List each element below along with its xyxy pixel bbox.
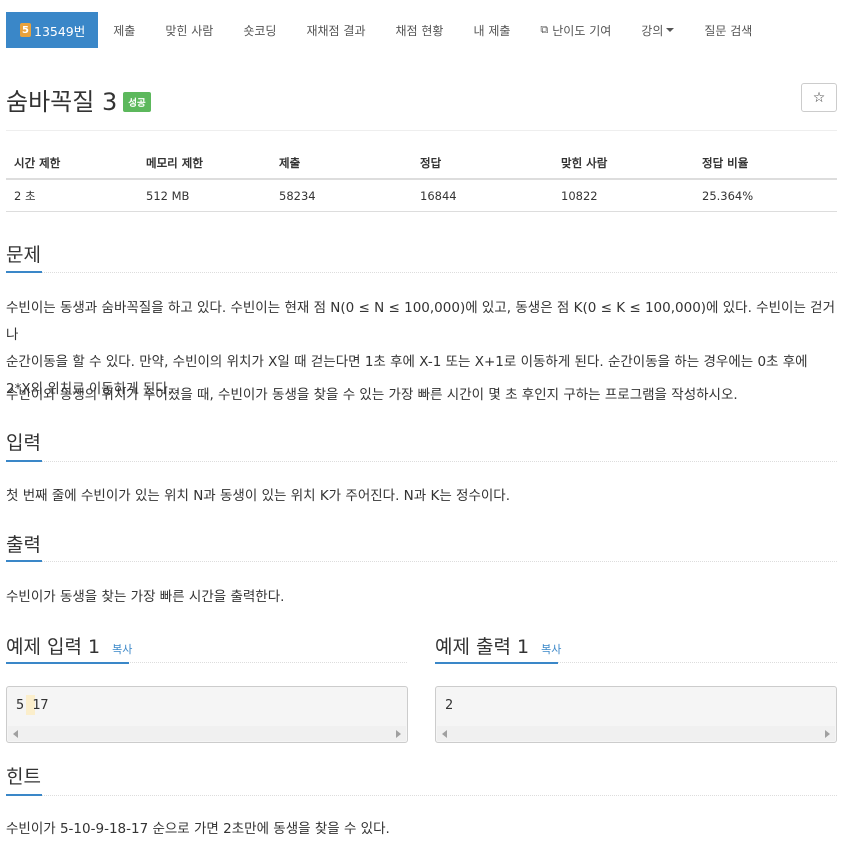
stats-header-row: 시간 제한 메모리 제한 제출 정답 맞힌 사람 정답 비율: [6, 148, 837, 180]
section-title-output: 출력: [6, 534, 41, 556]
input-description: 첫 번째 줄에 수빈이가 있는 위치 N과 동생이 있는 위치 K가 주어진다.…: [6, 488, 511, 504]
nav-submit[interactable]: 제출: [98, 12, 150, 48]
problem-number-label: 13549번: [34, 23, 86, 39]
divider: [6, 130, 837, 131]
tier-icon: 5: [20, 23, 31, 37]
external-link-icon: ⧉: [540, 23, 549, 36]
nav-short-coding[interactable]: 숏코딩: [228, 12, 291, 48]
nav-lectures-label: 강의: [641, 23, 664, 38]
section-underline: [6, 662, 129, 664]
section-underline: [435, 662, 558, 664]
stats-header-time-limit: 시간 제한: [14, 156, 61, 170]
section-underline: [6, 460, 42, 462]
problem-nav: 5 13549번 제출 맞힌 사람 숏코딩 재채점 결과 채점 현황 내 제출 …: [0, 0, 842, 60]
stats-header-accepted: 정답: [420, 156, 442, 170]
problem-line: 순간이동을 할 수 있다. 만약, 수빈이의 위치가 X일 때 걷는다면 1초 …: [6, 354, 808, 370]
stats-header-solved-users: 맞힌 사람: [561, 156, 608, 170]
nav-judge-status[interactable]: 채점 현황: [380, 12, 458, 48]
stats-time-limit: 2 초: [14, 188, 36, 203]
section-divider: [6, 561, 837, 562]
problem-description-2: 수빈이와 동생의 위치가 주어졌을 때, 수빈이가 동생을 찾을 수 있는 가장…: [6, 387, 738, 403]
section-title-input: 입력: [6, 432, 41, 454]
nav-solved-users[interactable]: 맞힌 사람: [150, 12, 228, 48]
stats-submissions: 58234: [279, 188, 316, 203]
scroll-left-arrow-icon[interactable]: [13, 730, 18, 738]
sample-input-value: 5 17: [16, 697, 49, 713]
horizontal-scrollbar[interactable]: [8, 726, 406, 741]
section-divider: [6, 795, 837, 796]
scroll-right-arrow-icon[interactable]: [396, 730, 401, 738]
section-title-hint: 힌트: [6, 766, 41, 788]
nav-rejudge-results[interactable]: 재채점 결과: [291, 12, 380, 48]
nav-difficulty-label: 난이도 기여: [552, 23, 612, 38]
caret-down-icon: [666, 28, 675, 32]
stats-memory-limit: 512 MB: [146, 188, 190, 203]
nav-my-submissions[interactable]: 내 제출: [458, 12, 525, 48]
page-title: 숨바꼭질 3: [6, 87, 118, 116]
sample-input-title: 예제 입력 1: [6, 636, 101, 658]
scroll-right-arrow-icon[interactable]: [825, 730, 830, 738]
favorite-button[interactable]: ☆: [801, 83, 837, 112]
horizontal-scrollbar[interactable]: [437, 726, 835, 741]
section-divider: [6, 461, 837, 462]
problem-stats-table: 시간 제한 메모리 제한 제출 정답 맞힌 사람 정답 비율 2 초 512 M…: [6, 148, 837, 212]
sample-output-box[interactable]: 2: [435, 686, 837, 743]
sample-output-value: 2: [445, 697, 454, 713]
section-divider: [6, 272, 837, 273]
title-row: 숨바꼭질 3 성공: [6, 84, 151, 116]
sample-output-title: 예제 출력 1: [435, 636, 530, 658]
stats-header-accept-rate: 정답 비율: [702, 156, 749, 170]
output-description: 수빈이가 동생을 찾는 가장 빠른 시간을 출력한다.: [6, 589, 285, 605]
nav-difficulty-contribute[interactable]: ⧉ 난이도 기여: [525, 12, 626, 48]
sample-output-header: 예제 출력 1 복사: [435, 632, 561, 659]
section-underline: [6, 560, 42, 562]
problem-line: 수빈이는 동생과 숨바꼭질을 하고 있다. 수빈이는 현재 점 N(0 ≤ N …: [6, 300, 835, 343]
stats-header-memory-limit: 메모리 제한: [146, 156, 203, 170]
copy-sample-input-link[interactable]: 복사: [112, 643, 132, 656]
section-underline: [6, 271, 42, 273]
sample-input-box[interactable]: 5 17: [6, 686, 408, 743]
stats-value-row: 2 초 512 MB 58234 16844 10822 25.364%: [6, 180, 837, 212]
scroll-left-arrow-icon[interactable]: [442, 730, 447, 738]
stats-solved-users: 10822: [561, 188, 598, 203]
stats-header-submissions: 제출: [279, 156, 301, 170]
nav-question-search[interactable]: 질문 검색: [689, 12, 767, 48]
nav-problem-number[interactable]: 5 13549번: [6, 12, 99, 48]
nav-lectures-dropdown[interactable]: 강의: [626, 12, 689, 48]
star-icon: ☆: [812, 89, 826, 106]
section-underline: [6, 794, 42, 796]
status-badge: 성공: [123, 92, 151, 112]
sample-input-header: 예제 입력 1 복사: [6, 632, 132, 659]
stats-accepted: 16844: [420, 188, 457, 203]
copy-sample-output-link[interactable]: 복사: [541, 643, 561, 656]
hint-description: 수빈이가 5-10-9-18-17 순으로 가면 2초만에 동생을 찾을 수 있…: [6, 821, 390, 837]
section-title-problem: 문제: [6, 244, 41, 266]
stats-accept-rate: 25.364%: [702, 188, 754, 203]
